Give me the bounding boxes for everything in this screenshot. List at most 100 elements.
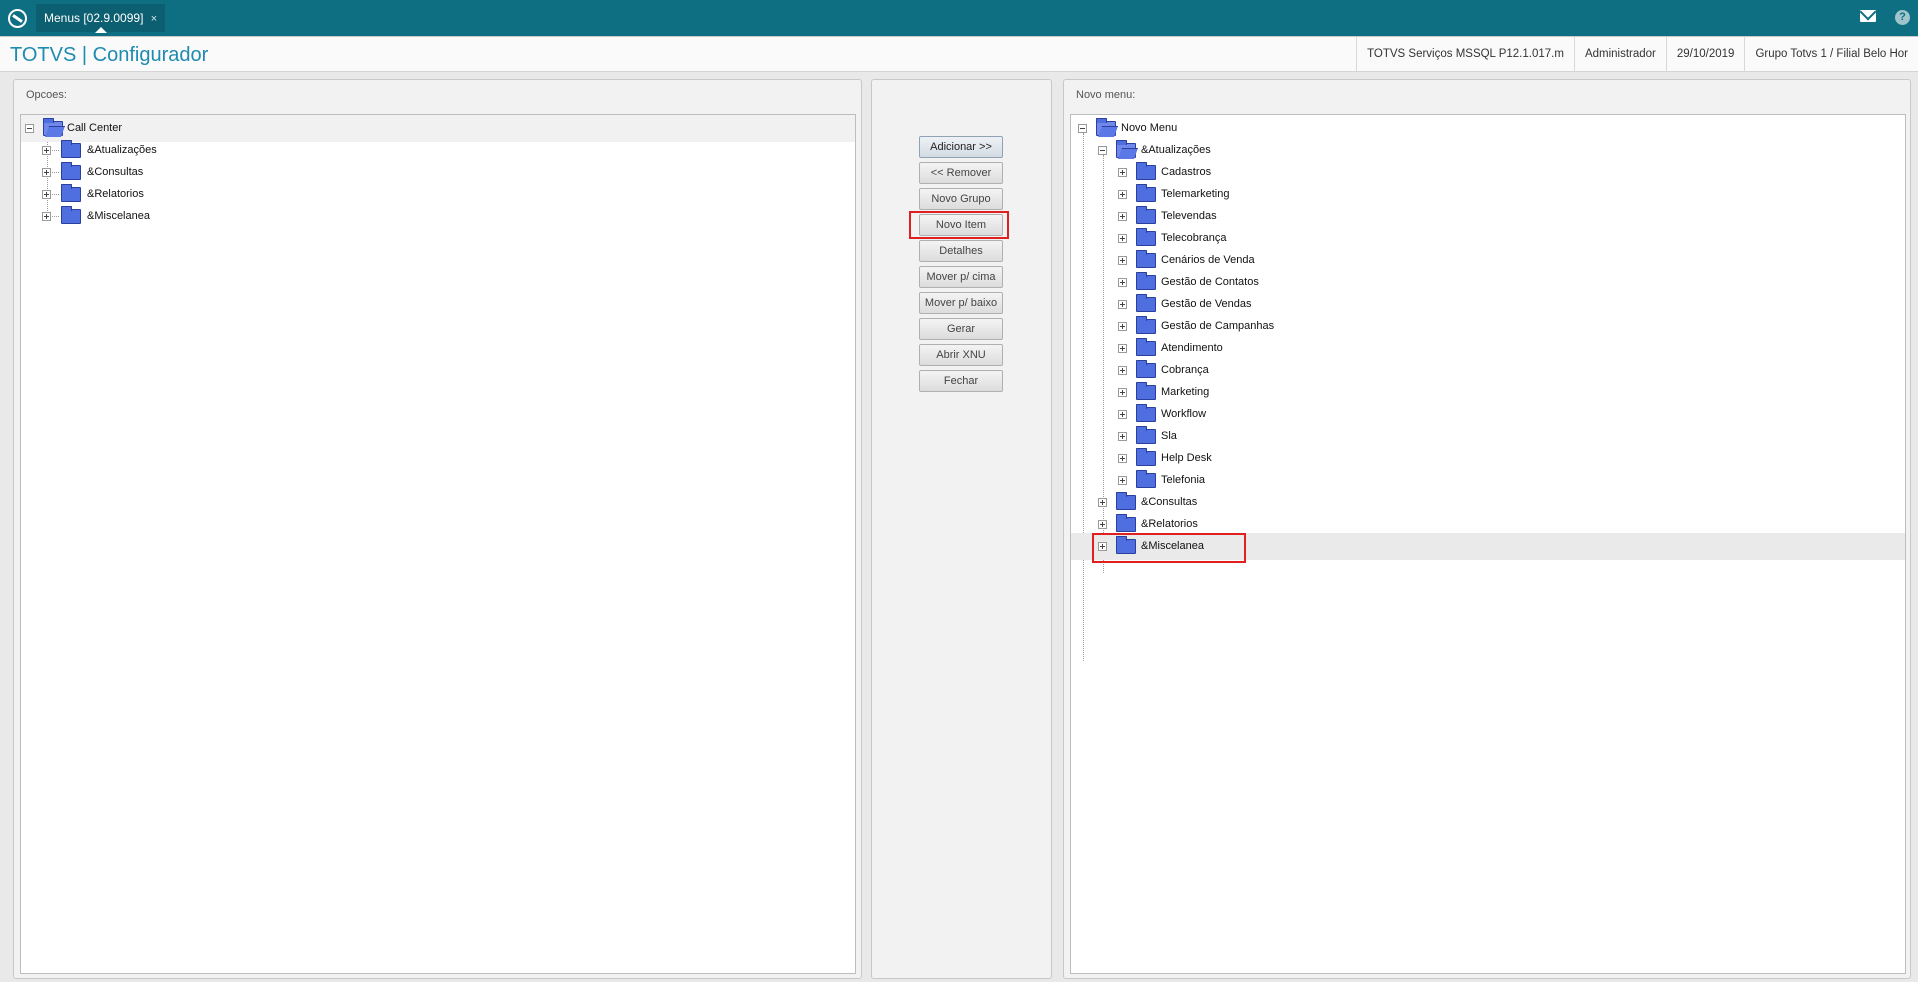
tree-node-label: Gestão de Vendas (1161, 298, 1252, 310)
remover-button[interactable]: << Remover (919, 162, 1003, 184)
expand-icon[interactable] (1118, 388, 1127, 397)
folder-icon (1136, 162, 1156, 180)
branch-info: Grupo Totvs 1 / Filial Belo Hor (1744, 37, 1918, 72)
expand-icon[interactable] (1118, 344, 1127, 353)
expand-icon[interactable] (1118, 322, 1127, 331)
header-info: TOTVS Serviços MSSQL P12.1.017.m Adminis… (1356, 37, 1918, 72)
environment-info: TOTVS Serviços MSSQL P12.1.017.m (1356, 37, 1574, 72)
app-logo-icon[interactable] (8, 9, 27, 28)
expand-icon[interactable] (1118, 432, 1127, 441)
tree-node-label: Atendimento (1161, 342, 1223, 354)
tree-node-label: Gestão de Contatos (1161, 276, 1259, 288)
tab-close-icon[interactable]: × (151, 13, 157, 25)
folder-open-icon (1116, 140, 1136, 158)
expand-icon[interactable] (1118, 256, 1127, 265)
tree-node-label: Workflow (1161, 408, 1207, 420)
expand-icon[interactable] (1118, 278, 1127, 287)
tree-branch-line (52, 172, 59, 173)
date-info: 29/10/2019 (1665, 37, 1745, 72)
tree-node-miscelanea[interactable]: &Miscelanea (21, 203, 855, 230)
tree-branch-line (52, 150, 59, 151)
brand-separator: | (81, 44, 88, 66)
tree-node-label: Telemarketing (1161, 188, 1230, 200)
folder-icon (1116, 514, 1136, 532)
expand-icon[interactable] (1098, 542, 1107, 551)
top-bar: Menus [02.9.0099] × ? (0, 0, 1918, 36)
tree-node-label: Gestão de Campanhas (1161, 320, 1275, 332)
expand-icon[interactable] (1118, 168, 1127, 177)
user-info: Administrador (1573, 37, 1666, 72)
expand-icon[interactable] (42, 146, 51, 155)
folder-icon (1136, 404, 1156, 422)
folder-icon (61, 162, 81, 180)
folder-icon (1136, 360, 1156, 378)
folder-icon (1136, 184, 1156, 202)
novo-menu-panel: Novo menu: Novo Menu &Atualizações Cadas… (1063, 79, 1911, 979)
folder-icon (1136, 316, 1156, 334)
expand-icon[interactable] (42, 212, 51, 221)
abrir-xnu-button[interactable]: Abrir XNU (919, 344, 1003, 366)
tree-node-label: &Atualizações (87, 144, 157, 156)
expand-icon[interactable] (42, 190, 51, 199)
detalhes-button[interactable]: Detalhes (919, 240, 1003, 262)
tree-node-label: &Consultas (1141, 496, 1198, 508)
tree-node-label: Telefonia (1161, 474, 1206, 486)
fechar-button[interactable]: Fechar (919, 370, 1003, 392)
tree-node-label: Marketing (1161, 386, 1210, 398)
mail-icon[interactable] (1860, 10, 1876, 22)
expand-icon[interactable] (1118, 410, 1127, 419)
opcoes-tree[interactable]: Call Center &Atualizações &Consultas &Re… (20, 114, 856, 974)
expand-icon[interactable] (1118, 234, 1127, 243)
folder-icon (1136, 448, 1156, 466)
folder-icon (1136, 272, 1156, 290)
actions-panel: Adicionar >> << Remover Novo Grupo Novo … (871, 79, 1052, 979)
tab-active-caret-icon (94, 27, 107, 33)
brand-configurador: Configurador (92, 44, 209, 66)
expand-icon[interactable] (1118, 212, 1127, 221)
folder-icon (61, 140, 81, 158)
expand-icon[interactable] (42, 168, 51, 177)
mover-cima-button[interactable]: Mover p/ cima (919, 266, 1003, 288)
folder-icon (1136, 294, 1156, 312)
tab-menus-label: Menus [02.9.0099] (44, 11, 144, 25)
tree-node-label: Televendas (1161, 210, 1217, 222)
tree-node-label: Cadastros (1161, 166, 1212, 178)
expand-icon[interactable] (1118, 300, 1127, 309)
novo-item-button[interactable]: Novo Item (919, 214, 1003, 236)
brand-title: TOTVS | Configurador (10, 44, 208, 67)
adicionar-button[interactable]: Adicionar >> (919, 136, 1003, 158)
folder-icon (1116, 536, 1136, 554)
opcoes-title: Opcoes: (26, 89, 67, 101)
tree-node-label: Help Desk (1161, 452, 1212, 464)
folder-icon (1136, 426, 1156, 444)
tree-node-label: &Atualizações (1141, 144, 1211, 156)
expand-icon[interactable] (1098, 520, 1107, 529)
tree-branch-line (52, 194, 59, 195)
gerar-button[interactable]: Gerar (919, 318, 1003, 340)
expand-icon[interactable] (1118, 190, 1127, 199)
expand-icon[interactable] (1098, 498, 1107, 507)
folder-icon (1136, 228, 1156, 246)
novo-grupo-button[interactable]: Novo Grupo (919, 188, 1003, 210)
expand-icon[interactable] (1118, 476, 1127, 485)
folder-icon (1136, 206, 1156, 224)
tree-node-label: &Miscelanea (87, 210, 150, 222)
expand-icon[interactable] (1118, 454, 1127, 463)
folder-icon (1116, 492, 1136, 510)
novo-menu-title: Novo menu: (1076, 89, 1136, 101)
tree-node-label: Sla (1161, 430, 1177, 442)
tree-node-label: &Miscelanea (1141, 540, 1204, 552)
expand-icon[interactable] (1118, 366, 1127, 375)
tree-node-miscelanea[interactable]: &Miscelanea (1071, 533, 1905, 560)
collapse-icon[interactable] (1078, 124, 1087, 133)
folder-icon (1136, 470, 1156, 488)
tab-menus[interactable]: Menus [02.9.0099] × (36, 4, 166, 33)
collapse-icon[interactable] (1098, 146, 1107, 155)
tree-branch-line (52, 216, 59, 217)
tree-node-label: Telecobrança (1161, 232, 1227, 244)
collapse-icon[interactable] (25, 124, 34, 133)
tree-node-label: Novo Menu (1121, 122, 1178, 134)
mover-baixo-button[interactable]: Mover p/ baixo (919, 292, 1003, 314)
help-icon[interactable]: ? (1895, 10, 1910, 25)
novo-menu-tree[interactable]: Novo Menu &Atualizações Cadastros Telema… (1070, 114, 1906, 974)
